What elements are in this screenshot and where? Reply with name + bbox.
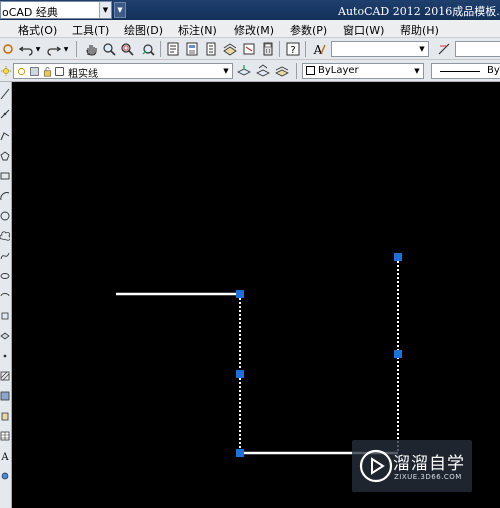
title-bar: oCAD 经典 ▼ ▼ AutoCAD 2012 2016成品模板.dw [0, 0, 500, 20]
toolbar-divider [296, 63, 297, 79]
grip-handle[interactable] [236, 370, 244, 378]
text-style-icon[interactable]: A [311, 41, 327, 57]
toolbar-divider [279, 41, 280, 57]
watermark-title: 溜溜自学 [393, 454, 465, 474]
circle-tool-icon[interactable] [0, 210, 10, 222]
zoom-previous-icon[interactable] [140, 41, 156, 57]
dimension-style-icon[interactable] [436, 41, 452, 57]
markup-set-icon[interactable] [241, 41, 257, 57]
standard-toolbar: ▼ ▼ ? A ▼ [0, 38, 500, 60]
quickcalc-icon[interactable] [260, 41, 276, 57]
play-logo-icon [359, 449, 393, 483]
sheet-set-icon[interactable] [222, 41, 238, 57]
menu-tools[interactable]: 工具(T) [72, 22, 109, 38]
match-properties-icon[interactable] [0, 41, 16, 57]
viewport-freeze-icon [28, 64, 40, 78]
rectangle-tool-icon[interactable] [0, 170, 10, 182]
zoom-realtime-icon[interactable] [101, 41, 117, 57]
linetype-value: ByL [487, 65, 500, 76]
watermark-subtitle: ZIXUE.3D66.COM [394, 473, 462, 481]
gradient-tool-icon[interactable] [0, 390, 10, 402]
linetype-preview [440, 71, 480, 72]
svg-text:A: A [0, 452, 9, 462]
watermark-logo: 溜溜自学 ZIXUE.3D66.COM [352, 440, 472, 492]
redo-dropdown-icon[interactable]: ▼ [62, 41, 70, 57]
chevron-down-icon: ▼ [99, 2, 111, 18]
lock-icon [41, 64, 53, 78]
grip-handle[interactable] [394, 350, 402, 358]
multiline-text-icon[interactable]: A [0, 450, 10, 463]
toolbar-divider [160, 41, 161, 57]
line-tool-icon[interactable] [0, 88, 10, 100]
linetype-control-select[interactable]: ByL [431, 63, 500, 79]
layer-select[interactable]: 粗实线 ▼ [13, 63, 233, 80]
construction-line-icon[interactable] [0, 108, 10, 120]
color-control-select[interactable]: ByLayer ▼ [302, 63, 424, 79]
color-value: ByLayer [318, 65, 359, 76]
workspace-select[interactable]: oCAD 经典 ▼ [0, 1, 112, 19]
table-tool-icon[interactable] [0, 430, 10, 442]
menu-bar: 格式(O) 工具(T) 绘图(D) 标注(N) 修改(M) 参数(P) 窗口(W… [0, 20, 500, 38]
undo-icon[interactable] [18, 41, 34, 57]
chevron-down-icon: ▼ [223, 67, 229, 75]
window-title: AutoCAD 2012 2016成品模板.dw [338, 5, 500, 18]
light-bulb-icon [0, 63, 12, 79]
properties-icon[interactable] [165, 41, 181, 57]
grip-handle[interactable] [236, 290, 244, 298]
arc-tool-icon[interactable] [0, 190, 10, 202]
layer-states-icon[interactable] [274, 63, 290, 79]
menu-modify[interactable]: 修改(M) [234, 22, 274, 38]
insert-block-icon[interactable] [0, 310, 10, 322]
design-center-icon[interactable] [184, 41, 200, 57]
redo-icon[interactable] [46, 41, 62, 57]
draw-toolbar: A [0, 82, 12, 508]
text-style-select[interactable]: ▼ [331, 41, 429, 57]
dimension-style-select[interactable] [455, 41, 500, 57]
grip-handle[interactable] [394, 253, 402, 261]
polygon-tool-icon[interactable] [0, 150, 10, 162]
freeze-sun-icon [15, 64, 27, 78]
chevron-down-icon: ▼ [414, 67, 420, 75]
menu-parameters[interactable]: 参数(P) [290, 22, 327, 38]
menu-format[interactable]: 格式(O) [18, 22, 57, 38]
toolbar-divider [305, 41, 306, 57]
menu-help[interactable]: 帮助(H) [400, 22, 439, 38]
point-tool-icon[interactable] [0, 350, 10, 362]
pan-hand-icon[interactable] [83, 41, 99, 57]
ellipse-arc-icon[interactable] [0, 290, 10, 302]
polyline-tool-icon[interactable] [0, 130, 10, 142]
chevron-down-icon: ▼ [419, 45, 425, 53]
grip-handle[interactable] [236, 449, 244, 457]
workspace-label: oCAD 经典 [2, 6, 58, 19]
color-swatch [306, 66, 315, 75]
menu-dimension[interactable]: 标注(N) [178, 22, 217, 38]
layer-color-swatch [54, 65, 64, 77]
region-tool-icon[interactable] [0, 410, 10, 422]
quick-access-dropdown-button[interactable]: ▼ [114, 2, 126, 18]
menu-window[interactable]: 窗口(W) [343, 22, 384, 38]
spline-tool-icon[interactable] [0, 250, 10, 262]
current-layer-name: 粗实线 [68, 69, 98, 80]
help-icon[interactable]: ? [285, 41, 301, 57]
menu-draw[interactable]: 绘图(D) [124, 22, 163, 38]
layers-toolbar: 粗实线 ▼ ByLayer ▼ ByL [0, 60, 500, 82]
tool-palettes-icon[interactable] [203, 41, 219, 57]
ellipse-tool-icon[interactable] [0, 270, 10, 282]
make-block-icon[interactable] [0, 330, 10, 342]
zoom-window-icon[interactable] [119, 41, 135, 57]
svg-text:?: ? [290, 45, 295, 56]
hatch-tool-icon[interactable] [0, 370, 10, 382]
add-selected-icon[interactable] [0, 470, 10, 482]
revision-cloud-icon[interactable] [0, 230, 11, 242]
make-object-layer-current-icon[interactable] [236, 63, 252, 79]
layer-previous-icon[interactable] [255, 63, 271, 79]
toolbar-divider [76, 41, 77, 57]
undo-dropdown-icon[interactable]: ▼ [34, 41, 42, 57]
